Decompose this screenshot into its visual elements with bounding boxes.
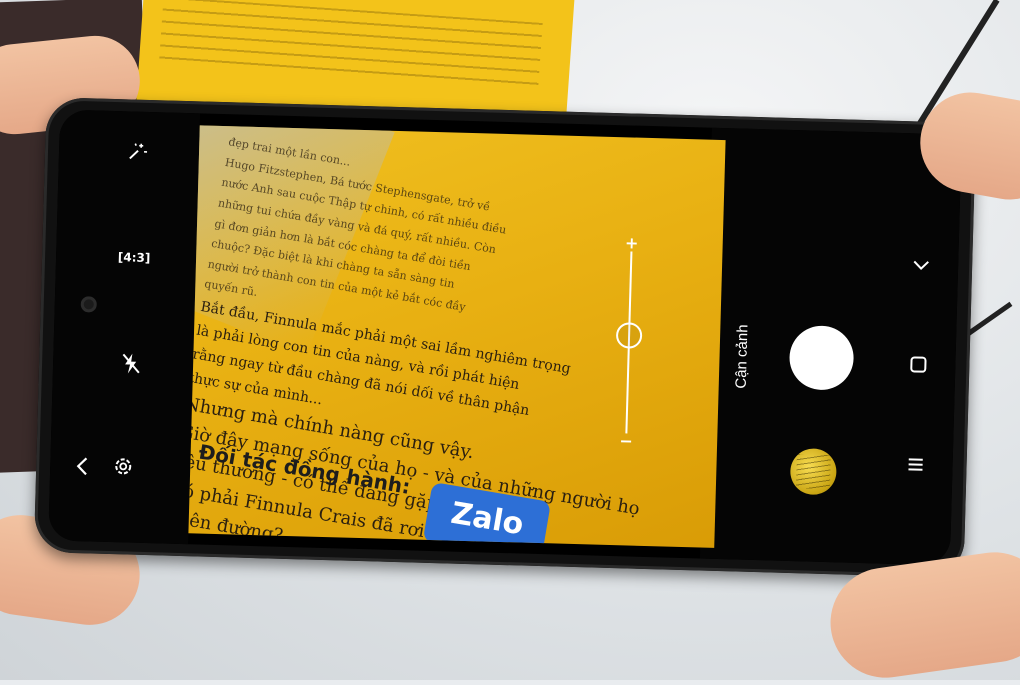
- gallery-thumbnail[interactable]: [790, 448, 837, 495]
- chevron-down-icon[interactable]: [908, 253, 935, 278]
- zoom-minus-label[interactable]: −: [616, 433, 636, 450]
- magic-wand-icon[interactable]: [123, 137, 152, 166]
- hamburger-menu-icon[interactable]: [902, 451, 929, 478]
- square-icon[interactable]: [905, 351, 932, 378]
- aspect-ratio-button[interactable]: [ 4:3 ]: [112, 243, 157, 272]
- camera-viewfinder[interactable]: đẹp trai một lần con... Hugo Fitzstephen…: [188, 125, 725, 548]
- chevron-left-icon[interactable]: [68, 452, 97, 481]
- zoom-plus-label[interactable]: +: [621, 235, 641, 252]
- aspect-ratio-label: 4:3: [123, 250, 145, 265]
- aspect-ratio-icon: ]: [145, 251, 151, 265]
- gear-icon[interactable]: [108, 451, 139, 482]
- flash-off-icon[interactable]: [117, 349, 146, 378]
- phone: [ 4:3 ] đẹp trai một lần con...: [34, 97, 976, 578]
- camera-screen: [ 4:3 ] đẹp trai một lần con...: [48, 109, 962, 565]
- shooting-mode-label[interactable]: Cận cảnh: [733, 324, 752, 389]
- zoom-handle[interactable]: [616, 322, 643, 349]
